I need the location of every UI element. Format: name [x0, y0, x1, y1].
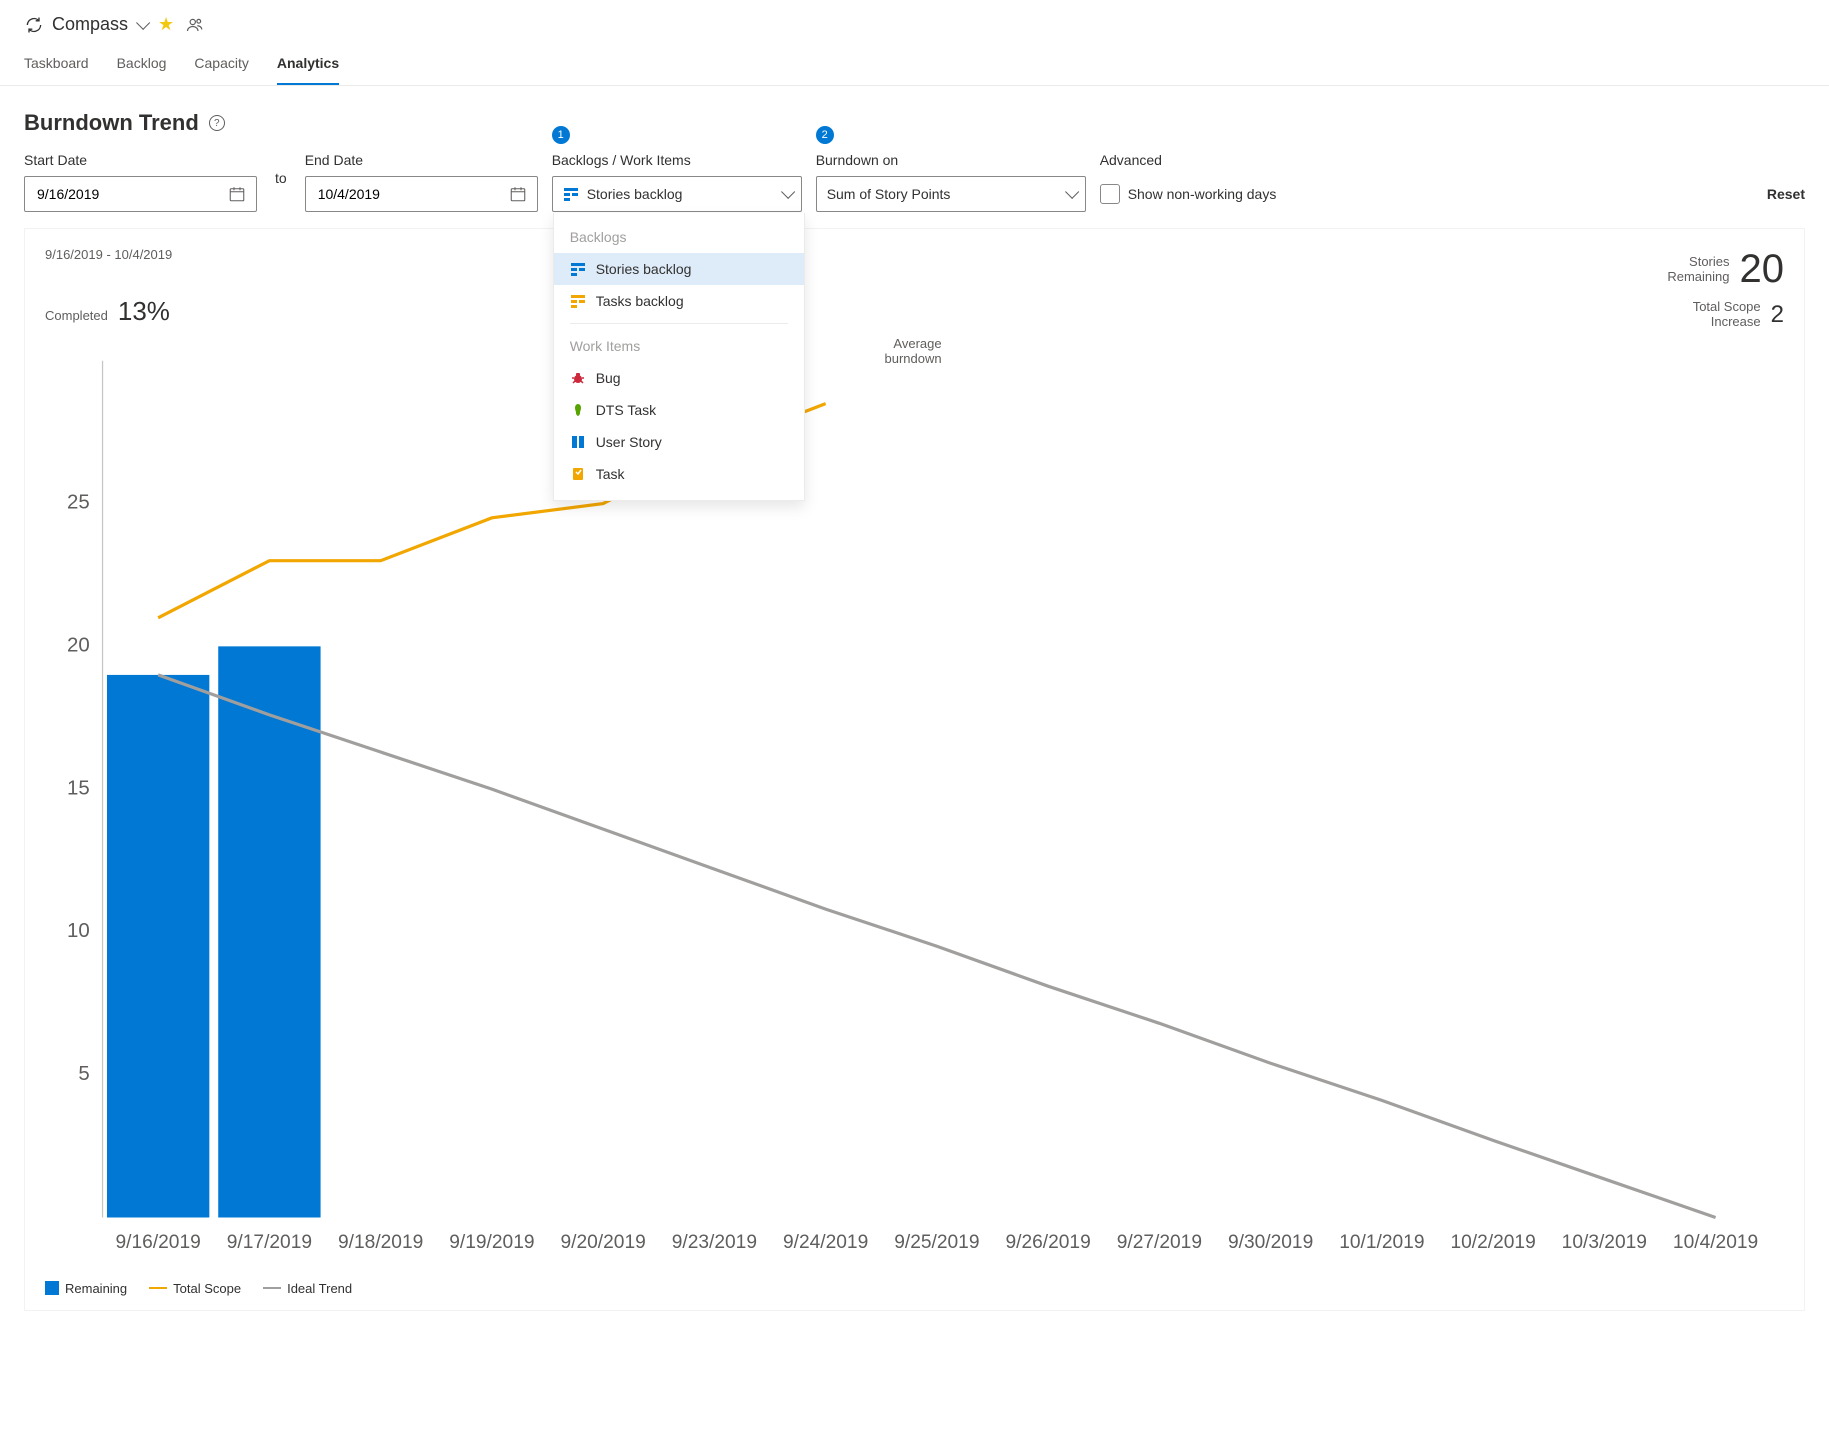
show-non-working-checkbox[interactable] [1100, 184, 1120, 204]
dropdown-separator [570, 323, 788, 324]
burndown-card: 9/16/2019 - 10/4/2019 Completed 13% Stor… [24, 228, 1805, 1311]
filter-bar: Start Date to End Date 1 Backlogs / Work… [0, 144, 1829, 228]
stories-backlog-icon [570, 261, 586, 277]
dropdown-group-backlogs: Backlogs [554, 221, 804, 253]
legend-total-scope: Total Scope [149, 1281, 241, 1296]
chevron-down-icon [1065, 185, 1079, 199]
tabs: Taskboard Backlog Capacity Analytics [0, 45, 1829, 86]
svg-text:9/17/2019: 9/17/2019 [227, 1232, 312, 1253]
backlogs-selected: Stories backlog [587, 186, 683, 202]
burndown-on-label: Burndown on [816, 152, 1086, 168]
user-story-icon [570, 434, 586, 450]
start-date-field: Start Date [24, 152, 257, 212]
dropdown-item-bug[interactable]: Bug [554, 362, 804, 394]
start-date-input[interactable] [24, 176, 257, 212]
legend-ideal-trend: Ideal Trend [263, 1281, 352, 1296]
svg-text:9/19/2019: 9/19/2019 [449, 1232, 534, 1253]
legend-line-ideal [263, 1287, 281, 1289]
page-title-row: Burndown Trend ? [0, 86, 1829, 144]
svg-text:9/20/2019: 9/20/2019 [560, 1232, 645, 1253]
dropdown-item-user-story[interactable]: User Story [554, 426, 804, 458]
dropdown-group-workitems: Work Items [554, 330, 804, 362]
legend-swatch-remaining [45, 1281, 59, 1295]
advanced-label: Advanced [1100, 152, 1277, 168]
svg-text:9/27/2019: 9/27/2019 [1117, 1232, 1202, 1253]
end-date-input[interactable] [305, 176, 538, 212]
burndown-chart: 5 10 15 20 25 9/16/2019 9/17/2019 9/18/2019 9/19… [45, 348, 1784, 1269]
svg-text:10/3/2019: 10/3/2019 [1562, 1232, 1647, 1253]
completed-label: Completed [45, 308, 108, 323]
card-date-range: 9/16/2019 - 10/4/2019 [45, 247, 172, 262]
tab-taskboard[interactable]: Taskboard [24, 55, 89, 85]
task-icon [570, 466, 586, 482]
advanced-field: Advanced Show non-working days [1100, 152, 1277, 212]
total-scope-l2: Increase [1693, 315, 1761, 330]
project-header: Compass ★ [0, 0, 1829, 45]
stories-remaining-value: 20 [1740, 247, 1785, 292]
svg-text:15: 15 [67, 776, 90, 799]
end-date-field: End Date [305, 152, 538, 212]
dropdown-item-dts-task[interactable]: DTS Task [554, 394, 804, 426]
dts-task-icon [570, 402, 586, 418]
svg-text:9/26/2019: 9/26/2019 [1005, 1232, 1090, 1253]
svg-text:20: 20 [67, 633, 90, 656]
tab-backlog[interactable]: Backlog [117, 55, 167, 85]
svg-text:5: 5 [78, 1062, 89, 1085]
chevron-down-icon [781, 185, 795, 199]
backlogs-dropdown: Backlogs Stories backlog Tasks backlog W… [553, 213, 805, 501]
svg-text:10/1/2019: 10/1/2019 [1339, 1232, 1424, 1253]
stories-remaining-l1: Stories [1667, 255, 1729, 270]
svg-text:10: 10 [67, 919, 90, 942]
calendar-icon[interactable] [509, 185, 527, 203]
burndown-on-select[interactable]: Sum of Story Points [816, 176, 1086, 212]
burndown-on-selected: Sum of Story Points [827, 186, 951, 202]
page-title: Burndown Trend [24, 110, 199, 136]
stories-backlog-icon [563, 186, 579, 202]
start-date-label: Start Date [24, 152, 257, 168]
start-date-value[interactable] [35, 185, 220, 203]
to-label: to [271, 170, 291, 194]
step-badge-2: 2 [816, 126, 834, 144]
project-name: Compass [52, 14, 128, 35]
dropdown-item-stories-backlog[interactable]: Stories backlog [554, 253, 804, 285]
svg-text:10/4/2019: 10/4/2019 [1673, 1232, 1758, 1253]
stories-remaining-l2: Remaining [1667, 270, 1729, 285]
reset-button[interactable]: Reset [1767, 176, 1805, 212]
step-badge-1: 1 [552, 126, 570, 144]
end-date-label: End Date [305, 152, 538, 168]
svg-text:9/18/2019: 9/18/2019 [338, 1232, 423, 1253]
legend-remaining: Remaining [45, 1281, 127, 1296]
team-members-icon[interactable] [186, 16, 204, 34]
favorite-star-icon[interactable]: ★ [158, 14, 174, 35]
total-scope-l1: Total Scope [1693, 300, 1761, 315]
svg-text:9/24/2019: 9/24/2019 [783, 1232, 868, 1253]
legend-line-total-scope [149, 1287, 167, 1289]
svg-text:10/2/2019: 10/2/2019 [1450, 1232, 1535, 1253]
svg-text:9/25/2019: 9/25/2019 [894, 1232, 979, 1253]
show-non-working-label: Show non-working days [1128, 186, 1277, 202]
backlogs-label: Backlogs / Work Items [552, 152, 802, 168]
svg-text:9/30/2019: 9/30/2019 [1228, 1232, 1313, 1253]
end-date-value[interactable] [316, 185, 501, 203]
total-scope-value: 2 [1771, 301, 1784, 329]
dropdown-item-task[interactable]: Task [554, 458, 804, 490]
burndown-on-field: 2 Burndown on Sum of Story Points [816, 152, 1086, 212]
bug-icon [570, 370, 586, 386]
completed-value: 13% [118, 296, 170, 327]
backlogs-select[interactable]: Stories backlog Backlogs Stories backlog… [552, 176, 802, 212]
tab-analytics[interactable]: Analytics [277, 55, 339, 85]
project-switcher[interactable]: Compass [24, 14, 146, 35]
chevron-down-icon [136, 15, 150, 29]
svg-text:9/16/2019: 9/16/2019 [116, 1232, 201, 1253]
svg-text:9/23/2019: 9/23/2019 [672, 1232, 757, 1253]
svg-text:25: 25 [67, 491, 90, 514]
dropdown-item-tasks-backlog[interactable]: Tasks backlog [554, 285, 804, 317]
chart-legend: Remaining Total Scope Ideal Trend [45, 1281, 1784, 1296]
backlogs-field: 1 Backlogs / Work Items Stories backlog … [552, 152, 802, 212]
sprint-icon [24, 15, 44, 35]
calendar-icon[interactable] [228, 185, 246, 203]
tasks-backlog-icon [570, 293, 586, 309]
tab-capacity[interactable]: Capacity [194, 55, 248, 85]
help-icon[interactable]: ? [209, 115, 225, 131]
